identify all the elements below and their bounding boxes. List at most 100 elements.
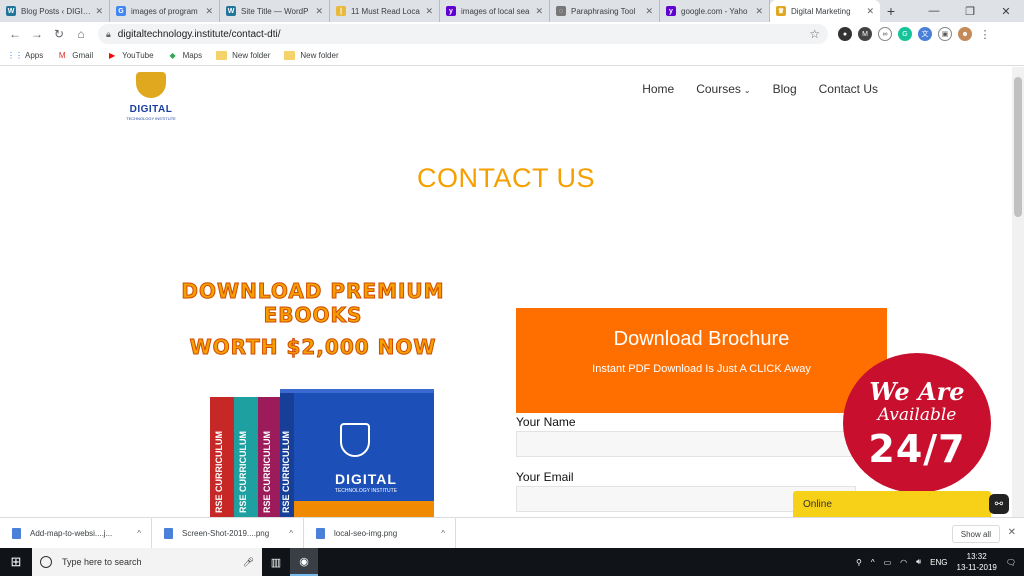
browser-tab[interactable]: ◌ Paraphrasing Tool ✕ bbox=[550, 0, 660, 22]
badge-line-3: 24/7 bbox=[868, 427, 966, 471]
back-arrow-icon[interactable]: ← bbox=[4, 23, 26, 45]
grammarly-icon[interactable]: G bbox=[898, 27, 912, 41]
close-tab-icon[interactable]: ✕ bbox=[205, 6, 213, 17]
download-item[interactable]: local-seo-img.png ^ bbox=[304, 517, 456, 549]
extension-icon[interactable]: ∞ bbox=[878, 27, 892, 41]
clock[interactable]: 13:32 13-11-2019 bbox=[957, 551, 997, 573]
wordpress-icon: W bbox=[226, 6, 236, 16]
page-scrollbar[interactable] bbox=[1012, 67, 1024, 517]
bookmark-label: New folder bbox=[300, 51, 339, 60]
new-tab-button[interactable]: + bbox=[880, 0, 902, 22]
extensions-area: ● M ∞ G 文 ▣ ☻ ⋮ bbox=[838, 27, 992, 41]
extension-icon[interactable]: ▣ bbox=[938, 27, 952, 41]
lock-icon: 🔒︎ bbox=[106, 28, 111, 39]
browser-tab[interactable]: | 11 Must Read Loca ✕ bbox=[330, 0, 440, 22]
close-window-icon[interactable]: ✕ bbox=[988, 0, 1024, 22]
network-icon[interactable]: ◠ bbox=[900, 558, 907, 567]
site-logo[interactable]: DIGITAL TECHNOLOGY INSTITUTE bbox=[126, 72, 176, 121]
home-icon[interactable]: ⌂ bbox=[70, 23, 92, 45]
google-icon: G bbox=[116, 6, 126, 16]
bookmark-item[interactable]: New folder bbox=[216, 51, 270, 60]
forward-arrow-icon[interactable]: → bbox=[26, 23, 48, 45]
chevron-up-icon[interactable]: ^ bbox=[441, 529, 445, 538]
cortana-icon bbox=[40, 556, 52, 568]
bookmark-star-icon[interactable]: ☆ bbox=[809, 27, 820, 41]
microphone-icon[interactable]: 🎤︎ bbox=[243, 557, 254, 568]
browser-tab[interactable]: W Blog Posts ‹ DIGITA ✕ bbox=[0, 0, 110, 22]
chat-status-bar[interactable]: Online bbox=[793, 491, 991, 517]
close-tab-icon[interactable]: ✕ bbox=[315, 6, 323, 17]
logo-text: DIGITAL bbox=[129, 104, 173, 115]
url-text[interactable]: digitaltechnology.institute/contact-dti/ bbox=[118, 29, 809, 40]
file-icon bbox=[164, 527, 173, 539]
brochure-subheading: Instant PDF Download Is Just A CLICK Awa… bbox=[592, 363, 811, 375]
cover-stripe bbox=[294, 501, 434, 517]
shield-icon bbox=[340, 423, 370, 457]
page-icon: | bbox=[336, 6, 346, 16]
notifications-icon[interactable]: 🗨︎ bbox=[1006, 558, 1016, 567]
bookmark-label: Maps bbox=[182, 51, 203, 60]
chevron-up-icon[interactable]: ^ bbox=[289, 529, 293, 538]
ebook-stack-image[interactable]: RSE CURRICULUM RSE CURRICULUM RSE CURRIC… bbox=[210, 379, 435, 517]
nav-courses[interactable]: Courses ⌄ bbox=[696, 82, 750, 96]
address-bar[interactable]: 🔒︎ digitaltechnology.institute/contact-d… bbox=[98, 24, 828, 44]
tab-title: images of local sea bbox=[461, 6, 530, 16]
translate-icon[interactable]: 文 bbox=[918, 27, 932, 41]
maximize-icon[interactable]: ❐ bbox=[952, 0, 988, 22]
bookmarks-bar: ⋮⋮ Apps M Gmail ▶ YouTube ◆ Maps New folder New f… bbox=[0, 46, 1024, 66]
browser-tab[interactable]: y images of local sea ✕ bbox=[440, 0, 550, 22]
browser-tab[interactable]: y google.com - Yaho ✕ bbox=[660, 0, 770, 22]
main-nav: Home Courses ⌄ Blog Contact Us bbox=[642, 82, 878, 96]
close-tab-icon[interactable]: ✕ bbox=[95, 6, 103, 17]
battery-icon[interactable]: ▭ bbox=[884, 558, 892, 567]
nav-home[interactable]: Home bbox=[642, 82, 674, 96]
browser-tab[interactable]: ♛ Digital Marketing ✕ bbox=[770, 0, 880, 22]
name-field[interactable] bbox=[516, 431, 856, 457]
browser-tab[interactable]: Gimages of program ✕ bbox=[110, 0, 220, 22]
volume-icon[interactable]: 🔊︎ bbox=[916, 557, 921, 567]
close-tab-icon[interactable]: ✕ bbox=[866, 6, 874, 17]
people-icon[interactable]: ⚲ bbox=[856, 558, 862, 567]
language-indicator[interactable]: ENG bbox=[930, 558, 947, 567]
bookmark-item[interactable]: ◆ Maps bbox=[168, 51, 203, 61]
nav-blog[interactable]: Blog bbox=[773, 82, 797, 96]
show-all-button[interactable]: Show all bbox=[951, 525, 1000, 543]
extension-icon[interactable]: ● bbox=[838, 27, 852, 41]
profile-avatar[interactable]: ☻ bbox=[958, 27, 972, 41]
close-tab-icon[interactable]: ✕ bbox=[755, 6, 763, 17]
folder-icon bbox=[284, 51, 296, 60]
close-icon[interactable]: ✕ bbox=[1008, 527, 1016, 538]
minimize-icon[interactable]: — bbox=[916, 0, 952, 22]
trophy-icon bbox=[136, 72, 166, 98]
yahoo-icon: y bbox=[666, 6, 676, 16]
close-tab-icon[interactable]: ✕ bbox=[425, 6, 433, 17]
task-view-icon[interactable]: ▥ bbox=[262, 548, 290, 576]
page-title: CONTACT US bbox=[416, 163, 595, 193]
chevron-up-icon[interactable]: ^ bbox=[137, 529, 141, 538]
wordpress-icon: W bbox=[6, 6, 16, 16]
bookmark-item[interactable]: ⋮⋮ Apps bbox=[7, 51, 43, 61]
browser-tab[interactable]: W Site Title — WordP ✕ bbox=[220, 0, 330, 22]
windows-start-icon[interactable]: ⊞ bbox=[0, 548, 32, 576]
tool-icon: ◌ bbox=[556, 6, 566, 16]
bookmark-item[interactable]: ▶ YouTube bbox=[107, 51, 154, 61]
taskbar-search[interactable]: Type here to search 🎤︎ bbox=[32, 548, 262, 576]
bookmark-item[interactable]: M Gmail bbox=[57, 51, 93, 61]
chevron-up-icon[interactable]: ^ bbox=[871, 558, 875, 567]
promo-line-2: WORTH $2,000 NOW bbox=[189, 335, 437, 360]
close-tab-icon[interactable]: ✕ bbox=[645, 6, 653, 17]
download-item[interactable]: Add-map-to-websi....j... ^ bbox=[0, 517, 152, 549]
chat-icon[interactable]: ⚯ bbox=[989, 494, 1009, 514]
bookmark-item[interactable]: New folder bbox=[284, 51, 339, 60]
close-tab-icon[interactable]: ✕ bbox=[535, 6, 543, 17]
scrollbar-thumb[interactable] bbox=[1014, 77, 1022, 217]
bookmark-label: YouTube bbox=[122, 51, 154, 60]
extension-icon[interactable]: M bbox=[858, 27, 872, 41]
chrome-icon[interactable]: ◉ bbox=[290, 548, 318, 576]
menu-icon[interactable]: ⋮ bbox=[978, 27, 992, 41]
download-item[interactable]: Screen-Shot-2019....png ^ bbox=[152, 517, 304, 549]
maps-icon: ◆ bbox=[169, 51, 176, 60]
tab-title: Blog Posts ‹ DIGITA bbox=[21, 6, 92, 16]
nav-contact[interactable]: Contact Us bbox=[819, 82, 878, 96]
reload-icon[interactable]: ↻ bbox=[48, 23, 70, 45]
